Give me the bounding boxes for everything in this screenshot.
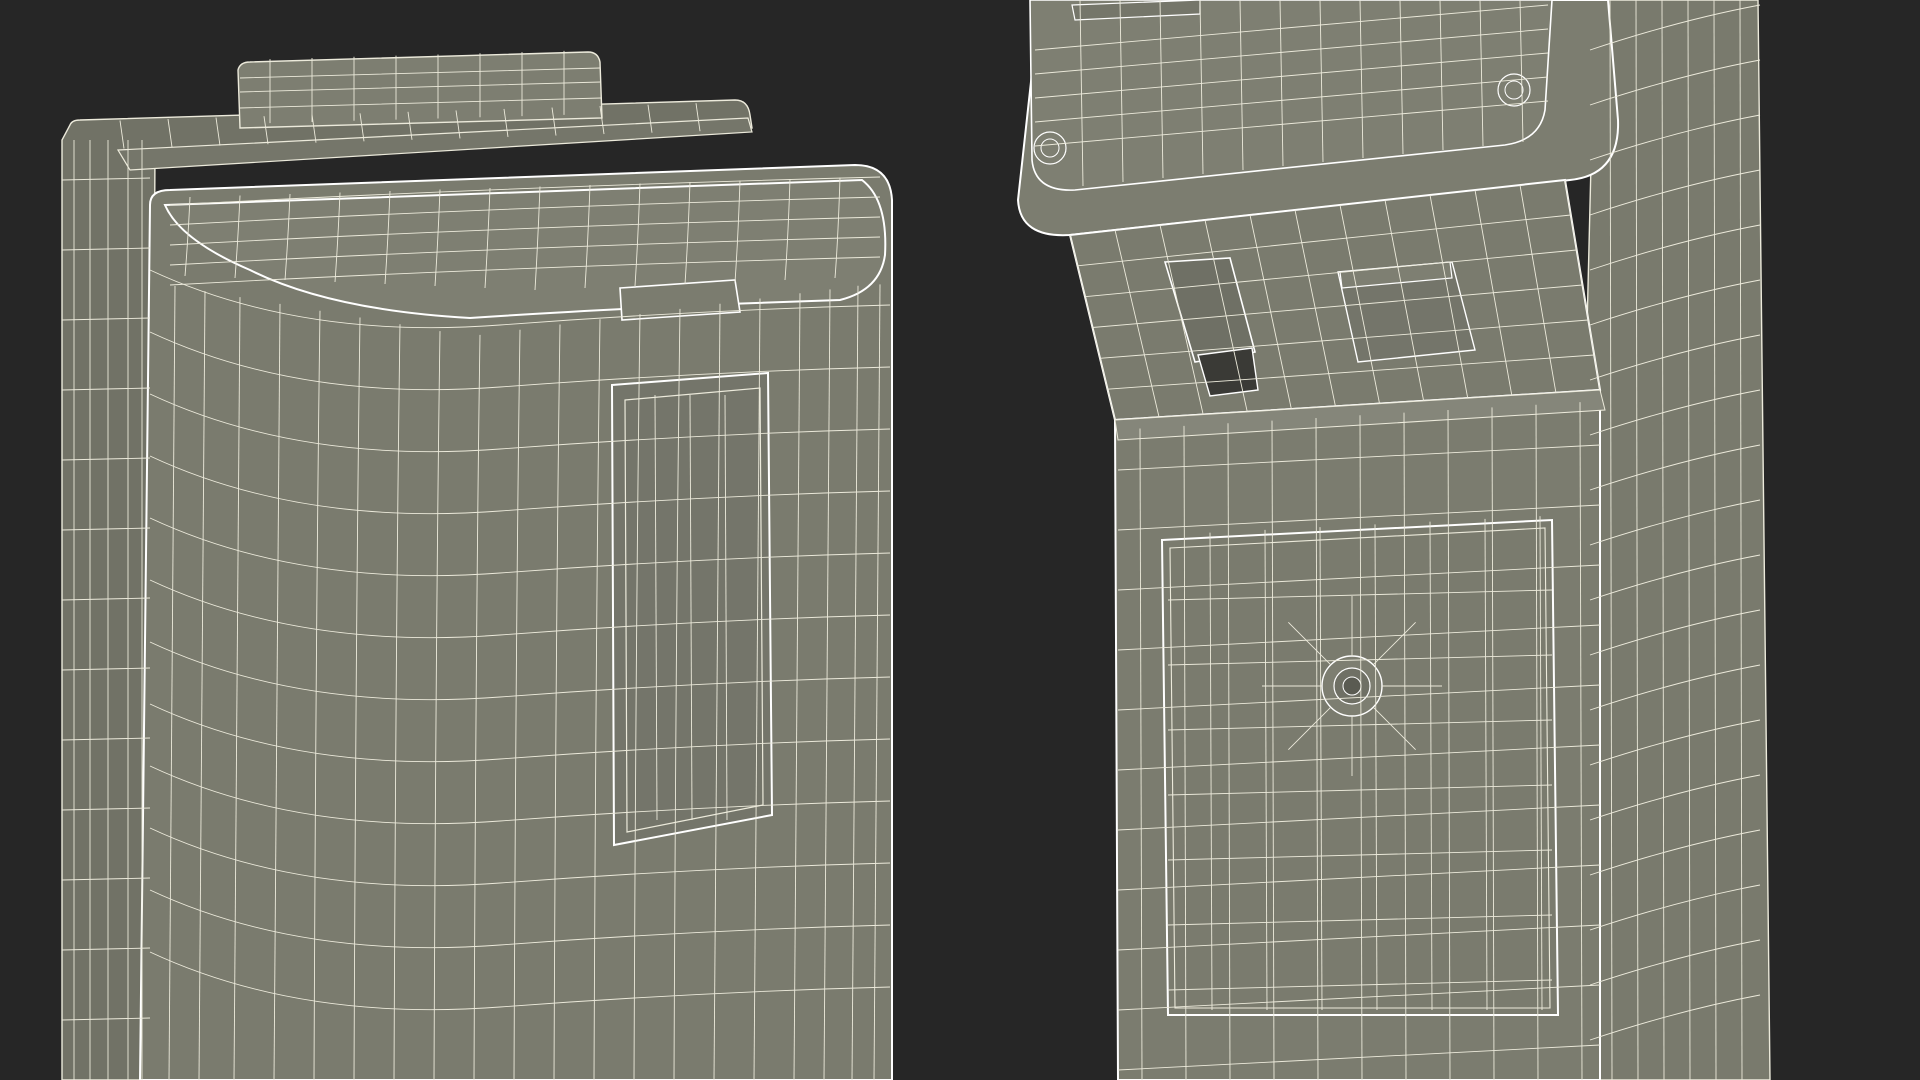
left-top-lid [237, 51, 603, 129]
screw-left-icon [1033, 131, 1067, 165]
render-viewport [0, 0, 1920, 1080]
kiosk-left-closeup [61, 50, 893, 1080]
kiosk-right-closeup [1016, 0, 1771, 1080]
cabinet-door [1160, 518, 1560, 1016]
wireframe-render [0, 0, 1920, 1080]
door-lock-icon [1321, 655, 1383, 717]
